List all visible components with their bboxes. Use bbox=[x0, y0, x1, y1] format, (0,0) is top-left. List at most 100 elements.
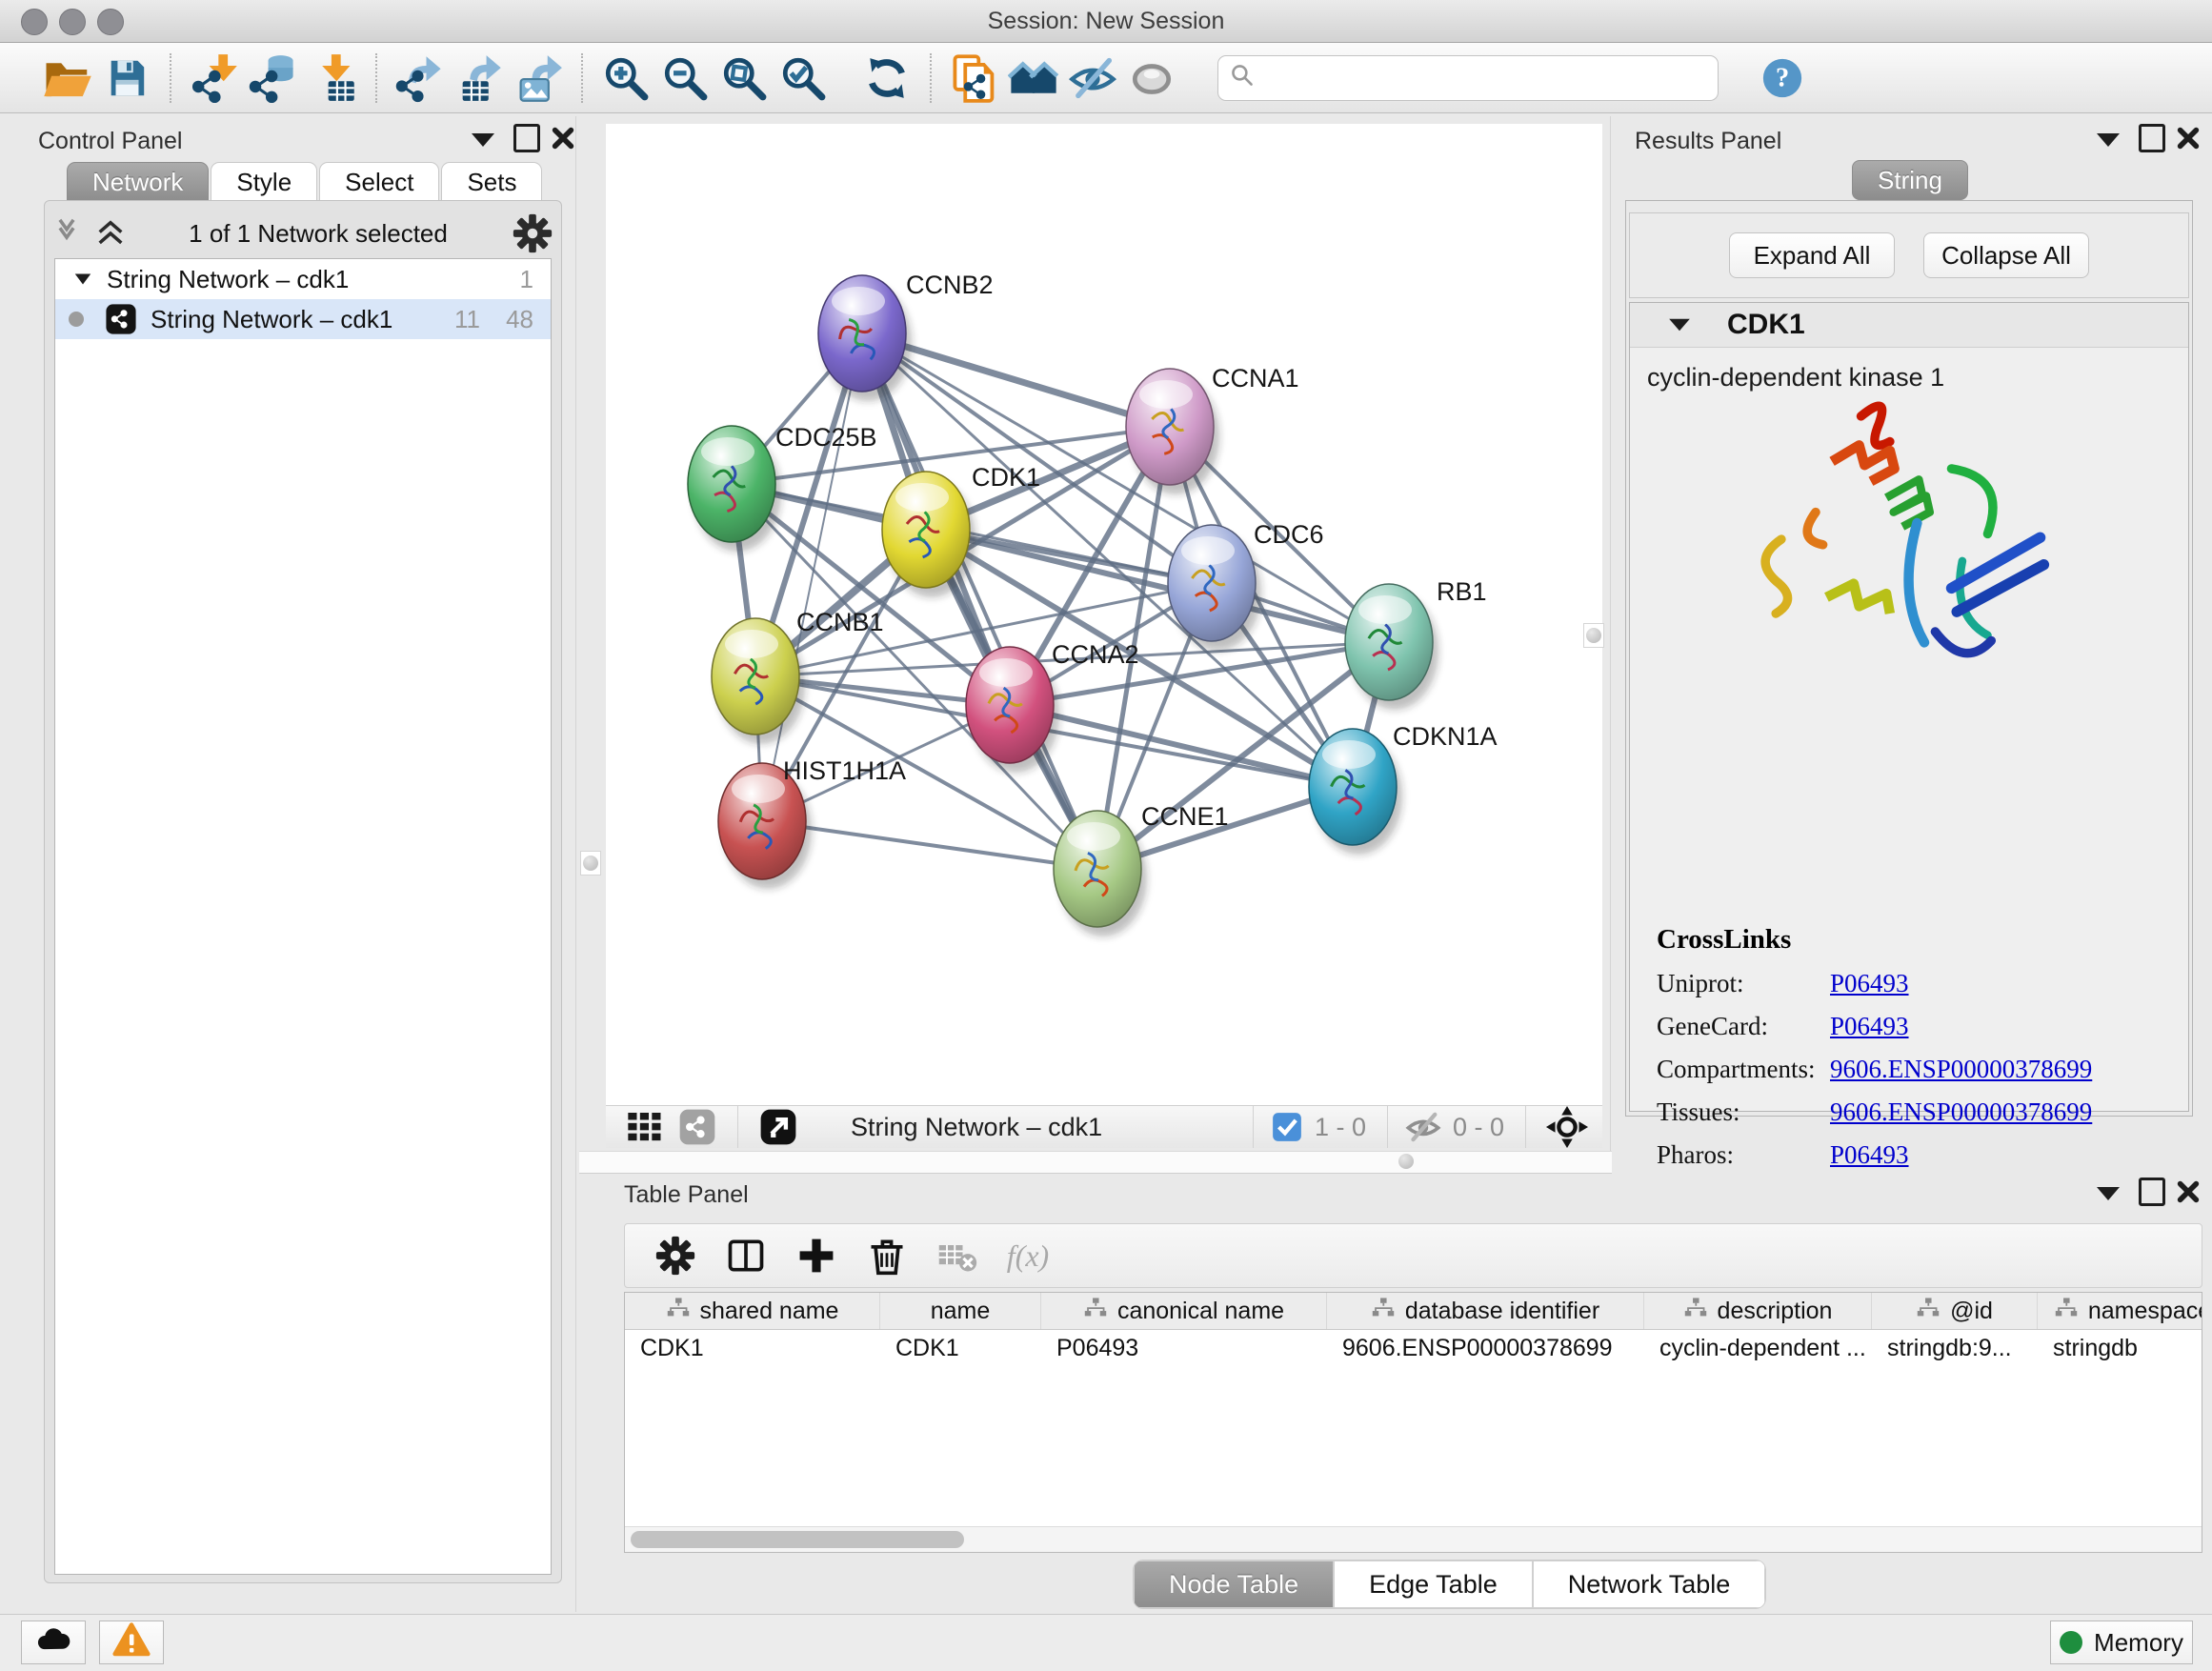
column-header-description[interactable]: description bbox=[1644, 1293, 1872, 1329]
help-icon[interactable]: ? bbox=[1753, 49, 1812, 108]
cloud-button[interactable] bbox=[21, 1621, 86, 1664]
memory-label: Memory bbox=[2094, 1628, 2183, 1658]
memory-button[interactable]: Memory bbox=[2050, 1621, 2193, 1664]
view-network-icon[interactable] bbox=[671, 1097, 724, 1157]
export-table-icon[interactable] bbox=[450, 49, 509, 108]
zoom-selected-icon[interactable] bbox=[774, 49, 833, 108]
save-session-icon[interactable] bbox=[97, 49, 156, 108]
crosslink-link[interactable]: P06493 bbox=[1830, 969, 1909, 998]
hide-selected-icon[interactable] bbox=[1063, 49, 1122, 108]
show-all-icon[interactable] bbox=[1122, 49, 1181, 108]
column-header--id[interactable]: @id bbox=[1872, 1293, 2038, 1329]
crosslink-link[interactable]: 9606.ENSP00000378699 bbox=[1830, 1097, 2092, 1127]
table-panel-close-icon[interactable] bbox=[2172, 1176, 2204, 1208]
tab-node-table[interactable]: Node Table bbox=[1134, 1560, 1334, 1608]
network-view-toolbar: String Network – cdk1 1 - 0 0 - 0 bbox=[606, 1105, 1602, 1148]
control-panel-menu-icon[interactable] bbox=[467, 124, 499, 156]
table-hscrollbar-thumb[interactable] bbox=[631, 1531, 964, 1548]
crosslink-link[interactable]: P06493 bbox=[1830, 1140, 1909, 1170]
tab-style[interactable]: Style bbox=[211, 162, 317, 202]
expand-all-icon[interactable] bbox=[89, 204, 132, 263]
results-panel-float-icon[interactable] bbox=[2136, 122, 2168, 154]
edge-CCNB2-CCNE1[interactable] bbox=[862, 333, 1097, 869]
search-input[interactable] bbox=[1262, 64, 1706, 92]
add-column-icon[interactable] bbox=[781, 1229, 852, 1282]
table-cell[interactable]: cyclin-dependent ... bbox=[1644, 1330, 1872, 1366]
open-session-icon[interactable] bbox=[38, 49, 97, 108]
network-row[interactable]: String Network – cdk1 11 48 bbox=[55, 299, 551, 339]
export-image-icon[interactable] bbox=[509, 49, 568, 108]
tab-edge-table[interactable]: Edge Table bbox=[1334, 1560, 1533, 1608]
table-settings-gear-icon[interactable] bbox=[640, 1229, 711, 1282]
fit-selected-crosshair-icon[interactable] bbox=[1539, 1097, 1595, 1157]
crosslink-label: Pharos: bbox=[1657, 1140, 1830, 1170]
collapse-all-icon[interactable] bbox=[45, 204, 89, 263]
horizontal-splitter[interactable] bbox=[579, 1151, 1612, 1174]
column-header-name[interactable]: name bbox=[880, 1293, 1041, 1329]
network-collection-row[interactable]: String Network – cdk1 1 bbox=[55, 259, 551, 299]
manage-columns-icon[interactable] bbox=[711, 1229, 781, 1282]
gene-entry-header[interactable]: CDK1 bbox=[1630, 303, 2188, 348]
home-icon[interactable] bbox=[1004, 49, 1063, 108]
node-gloss bbox=[1322, 740, 1376, 769]
view-grid-icon[interactable] bbox=[617, 1097, 671, 1157]
control-panel-close-icon[interactable] bbox=[547, 122, 579, 154]
selected-counts: 1 - 0 bbox=[1315, 1113, 1366, 1142]
table-panel-menu-icon[interactable] bbox=[2092, 1178, 2124, 1210]
table-cell[interactable]: P06493 bbox=[1041, 1330, 1327, 1366]
table-panel-title: Table Panel bbox=[624, 1181, 749, 1209]
export-network-icon[interactable] bbox=[391, 49, 450, 108]
search-box[interactable] bbox=[1217, 55, 1719, 101]
table-cell[interactable]: CDK1 bbox=[880, 1330, 1041, 1366]
results-panel-menu-icon[interactable] bbox=[2092, 124, 2124, 156]
edge-HIST1H1A-CCNE1[interactable] bbox=[762, 821, 1097, 869]
tab-network[interactable]: Network bbox=[67, 162, 209, 202]
column-header-database-identifier[interactable]: database identifier bbox=[1327, 1293, 1644, 1329]
import-network-file-icon[interactable] bbox=[185, 49, 244, 108]
table-hscrollbar[interactable] bbox=[625, 1526, 2202, 1552]
node-label-CCNB2: CCNB2 bbox=[906, 271, 994, 299]
status-bar: Memory bbox=[0, 1614, 2212, 1671]
selected-checkbox-icon[interactable] bbox=[1267, 1097, 1307, 1157]
column-header-namespace[interactable]: namespace bbox=[2038, 1293, 2202, 1329]
network-selection-status: 1 of 1 Network selected bbox=[132, 219, 504, 249]
right-splitter-handle[interactable] bbox=[1583, 623, 1604, 648]
expand-all-button[interactable]: Expand All bbox=[1729, 232, 1895, 278]
delete-column-icon[interactable] bbox=[852, 1229, 922, 1282]
table-cell[interactable]: stringdb:9... bbox=[1872, 1330, 2038, 1366]
node-table: shared name name canonical name database… bbox=[624, 1292, 2202, 1553]
zoom-fit-icon[interactable] bbox=[714, 49, 774, 108]
collapse-entry-icon[interactable] bbox=[1669, 319, 1690, 332]
network-view-canvas[interactable]: CCNB2 CCNA1 CDC25B CDK1 CDC6 RB1 CCNB1 C… bbox=[606, 124, 1602, 1105]
tab-string[interactable]: String bbox=[1852, 160, 1968, 200]
table-cell[interactable]: CDK1 bbox=[625, 1330, 880, 1366]
warning-button[interactable] bbox=[99, 1621, 164, 1664]
table-cell[interactable]: 9606.ENSP00000378699 bbox=[1327, 1330, 1644, 1366]
results-panel-close-icon[interactable] bbox=[2172, 122, 2204, 154]
collapse-all-button[interactable]: Collapse All bbox=[1923, 232, 2089, 278]
left-splitter-handle[interactable] bbox=[580, 851, 601, 876]
detach-view-icon[interactable] bbox=[752, 1097, 805, 1157]
import-network-database-icon[interactable] bbox=[244, 49, 303, 108]
column-header-canonical-name[interactable]: canonical name bbox=[1041, 1293, 1327, 1329]
tab-sets[interactable]: Sets bbox=[441, 162, 542, 202]
crosslink-link[interactable]: P06493 bbox=[1830, 1012, 1909, 1041]
zoom-in-icon[interactable] bbox=[596, 49, 655, 108]
column-header-shared-name[interactable]: shared name bbox=[625, 1293, 880, 1329]
crosslink-link[interactable]: 9606.ENSP00000378699 bbox=[1830, 1055, 2092, 1084]
control-panel: Control Panel NetworkStyleSelectSets 1 o… bbox=[11, 116, 572, 1589]
new-network-from-selection-icon[interactable] bbox=[945, 49, 1004, 108]
crosslink-row: Compartments: 9606.ENSP00000378699 bbox=[1657, 1055, 2092, 1084]
network-options-gear-icon[interactable] bbox=[504, 204, 561, 263]
import-table-file-icon[interactable] bbox=[303, 49, 362, 108]
edge-CCNA2-CDKN1A[interactable] bbox=[1010, 705, 1353, 787]
tab-select[interactable]: Select bbox=[319, 162, 439, 202]
table-panel-float-icon[interactable] bbox=[2136, 1176, 2168, 1208]
apply-layout-icon[interactable] bbox=[857, 49, 916, 108]
control-panel-float-icon[interactable] bbox=[511, 122, 543, 154]
table-row[interactable]: CDK1CDK1P064939606.ENSP00000378699cyclin… bbox=[625, 1330, 2202, 1366]
table-cell[interactable]: stringdb bbox=[2038, 1330, 2202, 1366]
zoom-out-icon[interactable] bbox=[655, 49, 714, 108]
tab-network-table[interactable]: Network Table bbox=[1533, 1560, 1766, 1608]
node-label-CDC25B: CDC25B bbox=[775, 423, 877, 452]
